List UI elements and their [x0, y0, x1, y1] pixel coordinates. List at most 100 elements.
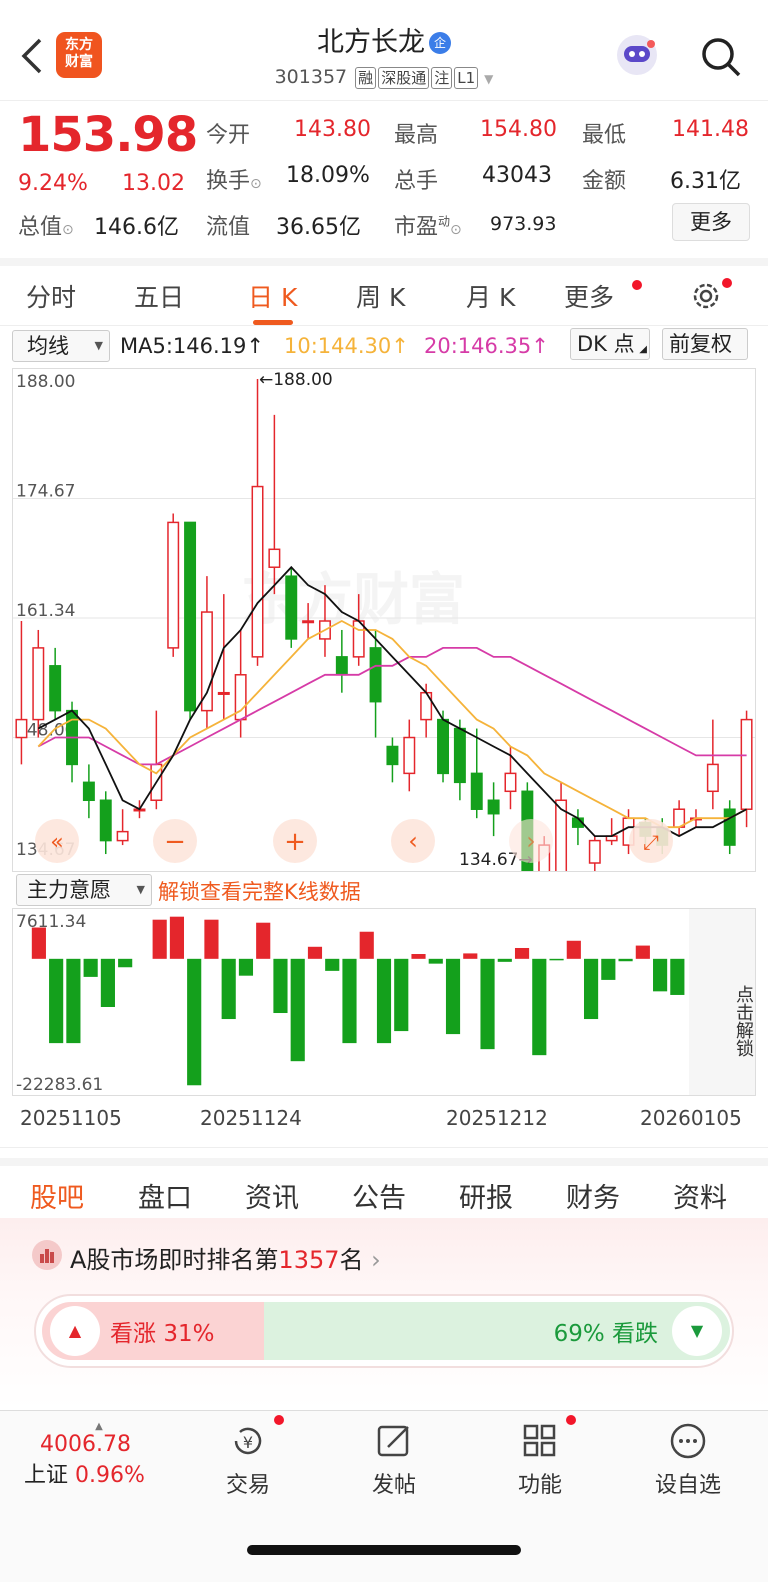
- chevron-right-icon: ›: [371, 1246, 381, 1274]
- notification-dot: [722, 278, 732, 288]
- candle-body: [453, 727, 466, 784]
- assistant-robot-icon[interactable]: [614, 32, 660, 78]
- info-tabs: 股吧 盘口 资讯 公告 研报 财务 资料: [0, 1158, 768, 1223]
- candle-body: [167, 521, 180, 649]
- info-icon[interactable]: ⊙: [62, 222, 74, 238]
- candle-body: [302, 620, 315, 624]
- index-ticker[interactable]: ▲ 4006.78 上证 0.96%: [24, 1421, 174, 1489]
- bearish-label: 69% 看跌: [553, 1321, 658, 1347]
- adjust-selector[interactable]: 前复权: [662, 328, 748, 360]
- change-percent: 9.24%: [18, 171, 88, 196]
- main-force-bar: [635, 945, 650, 959]
- y-tick-label: -22283.61: [16, 1075, 103, 1095]
- vote-up-bar[interactable]: ▲ 看涨 31%: [42, 1302, 264, 1360]
- chevron-right-icon: ›: [526, 827, 536, 855]
- main-force-bar: [342, 958, 357, 1044]
- ma-legend-row: 均线 ▼ MA5:146.19↑ 10:144.30↑ 20:146.35↑ DK…: [0, 328, 768, 366]
- svg-text:¥: ¥: [243, 1433, 253, 1452]
- tab-news[interactable]: 资讯: [245, 1176, 299, 1215]
- ma20-value: 20:146.35↑: [424, 334, 549, 358]
- main-force-bar: [204, 919, 219, 959]
- tab-orderbook[interactable]: 盘口: [138, 1176, 192, 1215]
- minus-icon: −: [164, 827, 186, 857]
- main-force-bar: [118, 958, 133, 968]
- candle-body: [420, 691, 433, 721]
- volume-label: 总手: [394, 169, 439, 194]
- dk-point-selector[interactable]: DK 点 ◢: [570, 328, 650, 360]
- open-value: 143.80: [294, 117, 371, 142]
- volume-value: 43043: [482, 163, 552, 188]
- settings-gear-icon[interactable]: [690, 280, 722, 312]
- nav-trade[interactable]: ¥ 交易: [188, 1421, 308, 1499]
- tab-research[interactable]: 研报: [459, 1176, 513, 1215]
- main-force-bar: [514, 947, 530, 959]
- candle-body: [251, 485, 264, 658]
- kline-chart[interactable]: 东方财富 188.00174.67161.34148.00134.67 ←188…: [12, 368, 756, 917]
- candle-body: [285, 575, 298, 640]
- main-force-bar: [566, 940, 581, 959]
- tab-finance[interactable]: 财务: [566, 1176, 620, 1215]
- vote-down-bar[interactable]: 69% 看跌 ▼: [264, 1302, 730, 1360]
- candle-body: [49, 665, 62, 712]
- date-label: 20251212: [446, 1106, 548, 1130]
- candle-body: [588, 839, 601, 864]
- tab-profile[interactable]: 资料: [673, 1176, 727, 1215]
- indicator-selector[interactable]: 均线 ▼: [12, 330, 110, 362]
- candle-body: [82, 781, 95, 802]
- tab-daily-k[interactable]: 日 K: [248, 278, 297, 314]
- more-quote-button[interactable]: 更多: [672, 203, 750, 241]
- trade-yen-icon: ¥: [234, 1427, 262, 1455]
- notification-dot: [632, 280, 642, 290]
- tab-announcements[interactable]: 公告: [352, 1176, 406, 1215]
- plus-icon: +: [284, 827, 306, 857]
- nav-functions[interactable]: 功能: [480, 1421, 600, 1499]
- pe-label: 市盈动⊙: [394, 214, 462, 240]
- tab-monthly-k[interactable]: 月 K: [466, 278, 515, 314]
- header: 东方 财富 北方长龙企 301357 融深股通注 L1 ▼: [0, 0, 768, 100]
- candle-body: [437, 718, 450, 775]
- float-label: 流值: [206, 215, 251, 240]
- main-force-bar: [583, 958, 599, 1020]
- main-force-bar: [100, 958, 115, 1007]
- high-value: 154.80: [480, 117, 557, 142]
- period-tabs: 分时 五日 日 K 周 K 月 K 更多: [0, 258, 768, 326]
- tab-more[interactable]: 更多: [564, 278, 614, 314]
- candle-body: [200, 611, 213, 712]
- tab-weekly-k[interactable]: 周 K: [356, 278, 405, 314]
- turnover-label: 换手⊙: [206, 169, 262, 194]
- more-dots-icon: [670, 1423, 706, 1459]
- tab-intraday[interactable]: 分时: [26, 278, 76, 314]
- main-force-bar: [307, 946, 323, 959]
- tab-forum[interactable]: 股吧: [30, 1176, 84, 1215]
- candle-body: [352, 620, 365, 658]
- candle-body: [335, 656, 348, 676]
- info-icon[interactable]: ⊙: [250, 176, 262, 192]
- unlock-kline-link[interactable]: 解锁查看完整K线数据: [158, 876, 361, 906]
- chevron-left-icon: ‹: [408, 827, 418, 855]
- main-force-bar: [376, 958, 392, 1044]
- caret-up-icon: ▲: [95, 1421, 103, 1432]
- nav-add-watchlist[interactable]: 设自选: [628, 1421, 748, 1499]
- main-force-bar: [394, 958, 409, 1032]
- tag-margin: 融: [355, 67, 377, 89]
- nav-post[interactable]: 发帖: [334, 1421, 454, 1499]
- candle-body: [15, 718, 28, 739]
- high-label: 最高: [394, 123, 439, 148]
- info-icon[interactable]: ⊙: [450, 222, 462, 238]
- search-icon[interactable]: [700, 36, 742, 78]
- change-amount: 13.02: [122, 171, 185, 196]
- main-force-bar: [463, 953, 478, 959]
- ranking-link[interactable]: A股市场即时排名第1357名 ›: [70, 1240, 381, 1275]
- main-force-bar: [66, 958, 81, 1044]
- main-force-bar: [359, 931, 374, 959]
- click-unlock-panel[interactable]: 点击解锁: [689, 909, 755, 1095]
- indicator-row: 主力意愿 ▼ 解锁查看完整K线数据: [0, 874, 768, 908]
- main-force-chart[interactable]: 7611.34 -22283.61 点击解锁: [12, 908, 756, 1096]
- index-value: 4006.78: [40, 1432, 131, 1457]
- indicator2-selector[interactable]: 主力意愿 ▼: [16, 874, 152, 906]
- tab-five-day[interactable]: 五日: [134, 278, 184, 314]
- tag-shenzhen-connect: 深股通: [378, 67, 430, 89]
- candle-body: [184, 521, 197, 712]
- candle-body: [217, 691, 230, 695]
- dropdown-icon[interactable]: ▼: [484, 72, 493, 86]
